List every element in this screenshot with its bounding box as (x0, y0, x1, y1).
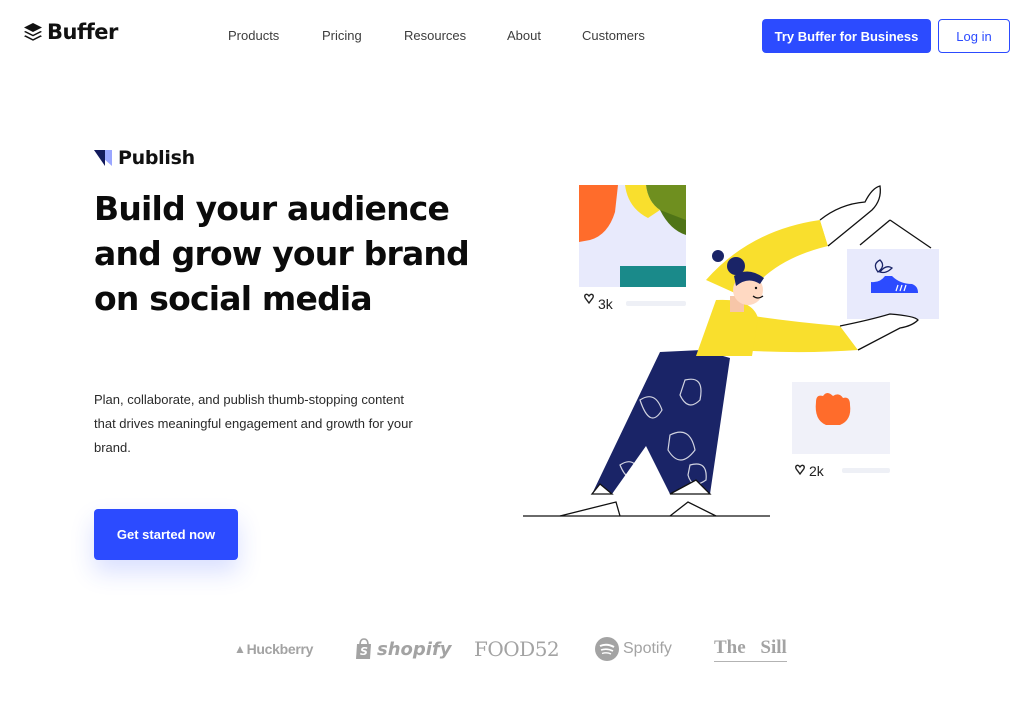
spotify-logo: Spotify (595, 632, 672, 666)
shopify-logo: S shopify (355, 632, 452, 666)
buffer-logo[interactable]: Buffer (23, 20, 118, 44)
nav-customers[interactable]: Customers (582, 28, 645, 43)
shopping-bag-icon: S (356, 638, 371, 659)
publish-arrow-icon (94, 150, 112, 166)
logo-text: Buffer (47, 20, 118, 44)
buffer-stack-icon (24, 23, 42, 41)
svg-text:S: S (360, 645, 368, 658)
tree-icon: ▲ (234, 642, 246, 656)
likes-top: 3k (598, 296, 614, 312)
spotify-icon (595, 637, 619, 661)
nav-pricing[interactable]: Pricing (322, 28, 362, 43)
hero-title: Build your audience and grow your brand … (94, 189, 470, 318)
post-card-bottom (792, 382, 890, 454)
hero-description: Plan, collaborate, and publish thumb-sto… (94, 392, 413, 455)
hero-illustration: 3k 2k (523, 185, 939, 517)
post-card-top (579, 185, 686, 287)
nav-resources[interactable]: Resources (404, 28, 466, 43)
the-sill-logo: The Sill (714, 635, 787, 662)
heart-outline-icon (795, 464, 805, 476)
try-business-button[interactable]: Try Buffer for Business (762, 19, 931, 53)
login-button[interactable]: Log in (938, 19, 1010, 53)
nav-about[interactable]: About (507, 28, 541, 43)
nav-products[interactable]: Products (228, 28, 279, 43)
likes-bottom: 2k (809, 463, 825, 479)
shoe-card (847, 219, 939, 319)
heart-outline-icon (584, 293, 594, 305)
food52-logo: FOOD52 (474, 637, 560, 661)
product-name: Publish (118, 147, 195, 169)
customer-logos: ▲ Huckberry S shopify FOOD52 Spotify The… (0, 632, 1024, 668)
huckberry-logo: ▲ Huckberry (234, 641, 314, 657)
get-started-button[interactable]: Get started now (94, 509, 238, 560)
product-tag: Publish (94, 147, 195, 169)
